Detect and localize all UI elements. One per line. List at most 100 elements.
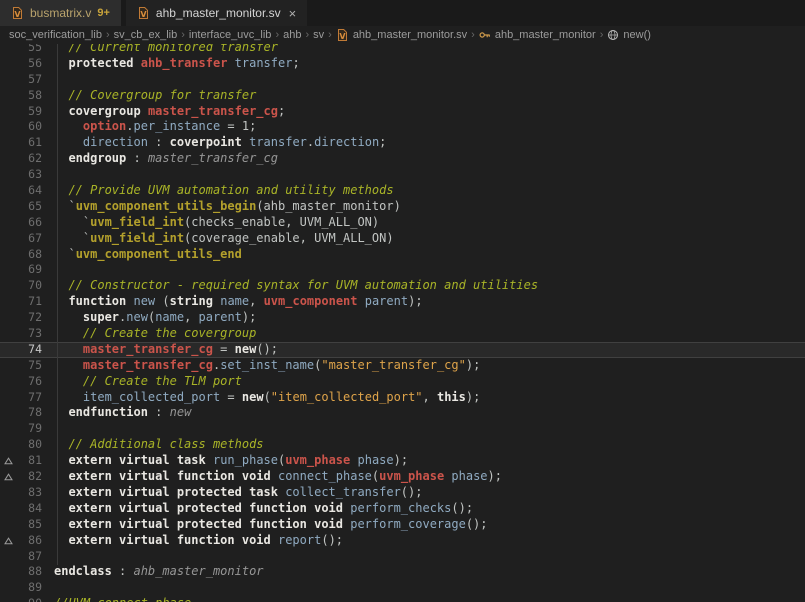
code-line-75[interactable]: 75 master_transfer_cg.set_inst_name("mas…	[0, 358, 805, 374]
code-line-89[interactable]: 89	[0, 580, 805, 596]
gutter[interactable]: 71	[0, 294, 54, 310]
code-line-70[interactable]: 70 // Constructor - required syntax for …	[0, 278, 805, 294]
gutter[interactable]: 80	[0, 437, 54, 453]
code-line-71[interactable]: 71 function new (string name, uvm_compon…	[0, 294, 805, 310]
code-line-62[interactable]: 62 endgroup : master_transfer_cg	[0, 151, 805, 167]
code-line-84[interactable]: 84 extern virtual protected function voi…	[0, 501, 805, 517]
gutter-triangle-icon[interactable]	[0, 457, 17, 465]
code-line-65[interactable]: 65 `uvm_component_utils_begin(ahb_master…	[0, 199, 805, 215]
code-line-61[interactable]: 61 direction : coverpoint transfer.direc…	[0, 135, 805, 151]
code-line-55[interactable]: 55 // Current monitored transfer	[0, 44, 805, 56]
line-number[interactable]: 59	[17, 104, 54, 120]
breadcrumb-item-new[interactable]: new()	[607, 29, 651, 41]
line-number[interactable]: 61	[17, 135, 54, 151]
line-number[interactable]: 90	[17, 596, 54, 602]
code-line-80[interactable]: 80 // Additional class methods	[0, 437, 805, 453]
line-number[interactable]: 81	[17, 453, 54, 469]
gutter[interactable]: 62	[0, 151, 54, 167]
line-number[interactable]: 64	[17, 183, 54, 199]
code-line-86[interactable]: 86 extern virtual function void report()…	[0, 533, 805, 549]
line-number[interactable]: 55	[17, 44, 54, 56]
code-line-81[interactable]: 81 extern virtual task run_phase(uvm_pha…	[0, 453, 805, 469]
breadcrumb-item-soc_verification_lib[interactable]: soc_verification_lib	[9, 29, 102, 41]
breadcrumb-item-ahb_master_monitor[interactable]: ahb_master_monitor	[479, 29, 596, 41]
gutter[interactable]: 66	[0, 215, 54, 231]
line-number[interactable]: 75	[17, 358, 54, 374]
gutter[interactable]: 61	[0, 135, 54, 151]
close-icon[interactable]: ×	[289, 7, 297, 20]
gutter[interactable]: 56	[0, 56, 54, 72]
line-number[interactable]: 65	[17, 199, 54, 215]
code-line-74[interactable]: 74 master_transfer_cg = new();	[0, 342, 805, 358]
gutter[interactable]: 84	[0, 501, 54, 517]
code-line-73[interactable]: 73 // Create the covergroup	[0, 326, 805, 342]
gutter[interactable]: 60	[0, 119, 54, 135]
code-line-60[interactable]: 60 option.per_instance = 1;	[0, 119, 805, 135]
code-line-88[interactable]: 88endclass : ahb_master_monitor	[0, 564, 805, 580]
line-number[interactable]: 77	[17, 390, 54, 406]
line-number[interactable]: 56	[17, 56, 54, 72]
breadcrumb-item-sv[interactable]: sv	[313, 29, 324, 41]
code-line-72[interactable]: 72 super.new(name, parent);	[0, 310, 805, 326]
line-number[interactable]: 83	[17, 485, 54, 501]
gutter[interactable]: 73	[0, 326, 54, 342]
gutter[interactable]: 63	[0, 167, 54, 183]
gutter[interactable]: 86	[0, 533, 54, 549]
gutter[interactable]: 89	[0, 580, 54, 596]
gutter[interactable]: 88	[0, 564, 54, 580]
gutter[interactable]: 58	[0, 88, 54, 104]
line-number[interactable]: 60	[17, 119, 54, 135]
line-number[interactable]: 88	[17, 564, 54, 580]
code-editor[interactable]: 55 // Current monitored transfer56 prote…	[0, 44, 805, 602]
line-number[interactable]: 71	[17, 294, 54, 310]
code-line-82[interactable]: 82 extern virtual function void connect_…	[0, 469, 805, 485]
line-number[interactable]: 70	[17, 278, 54, 294]
tab-busmatrix.v[interactable]: Vbusmatrix.v9+	[0, 0, 121, 26]
gutter[interactable]: 55	[0, 44, 54, 56]
code-line-90[interactable]: 90//UVM connect phase	[0, 596, 805, 602]
code-line-58[interactable]: 58 // Covergroup for transfer	[0, 88, 805, 104]
code-line-79[interactable]: 79	[0, 421, 805, 437]
gutter[interactable]: 70	[0, 278, 54, 294]
line-number[interactable]: 69	[17, 262, 54, 278]
code-line-56[interactable]: 56 protected ahb_transfer transfer;	[0, 56, 805, 72]
gutter[interactable]: 74	[0, 342, 54, 358]
code-line-69[interactable]: 69	[0, 262, 805, 278]
breadcrumb-item-ahb_master_monitor.sv[interactable]: Vahb_master_monitor.sv	[336, 28, 467, 42]
line-number[interactable]: 89	[17, 580, 54, 596]
breadcrumb-item-sv_cb_ex_lib[interactable]: sv_cb_ex_lib	[114, 29, 178, 41]
line-number[interactable]: 74	[17, 342, 54, 358]
line-number[interactable]: 76	[17, 374, 54, 390]
line-number[interactable]: 87	[17, 549, 54, 565]
line-number[interactable]: 72	[17, 310, 54, 326]
gutter[interactable]: 83	[0, 485, 54, 501]
line-number[interactable]: 62	[17, 151, 54, 167]
gutter[interactable]: 75	[0, 358, 54, 374]
code-line-66[interactable]: 66 `uvm_field_int(checks_enable, UVM_ALL…	[0, 215, 805, 231]
gutter[interactable]: 78	[0, 405, 54, 421]
gutter[interactable]: 76	[0, 374, 54, 390]
line-number[interactable]: 66	[17, 215, 54, 231]
line-number[interactable]: 84	[17, 501, 54, 517]
breadcrumb-item-interface_uvc_lib[interactable]: interface_uvc_lib	[189, 29, 272, 41]
line-number[interactable]: 68	[17, 247, 54, 263]
gutter[interactable]: 72	[0, 310, 54, 326]
line-number[interactable]: 63	[17, 167, 54, 183]
gutter[interactable]: 57	[0, 72, 54, 88]
gutter[interactable]: 64	[0, 183, 54, 199]
gutter[interactable]: 65	[0, 199, 54, 215]
line-number[interactable]: 73	[17, 326, 54, 342]
code-line-64[interactable]: 64 // Provide UVM automation and utility…	[0, 183, 805, 199]
gutter-triangle-icon[interactable]	[0, 537, 17, 545]
code-line-83[interactable]: 83 extern virtual protected task collect…	[0, 485, 805, 501]
gutter[interactable]: 85	[0, 517, 54, 533]
line-number[interactable]: 58	[17, 88, 54, 104]
breadcrumb-item-ahb[interactable]: ahb	[283, 29, 301, 41]
code-line-63[interactable]: 63	[0, 167, 805, 183]
line-number[interactable]: 67	[17, 231, 54, 247]
tab-ahb_master_monitor.sv[interactable]: Vahb_master_monitor.sv×	[126, 0, 307, 26]
line-number[interactable]: 57	[17, 72, 54, 88]
line-number[interactable]: 79	[17, 421, 54, 437]
line-number[interactable]: 85	[17, 517, 54, 533]
gutter[interactable]: 87	[0, 549, 54, 565]
